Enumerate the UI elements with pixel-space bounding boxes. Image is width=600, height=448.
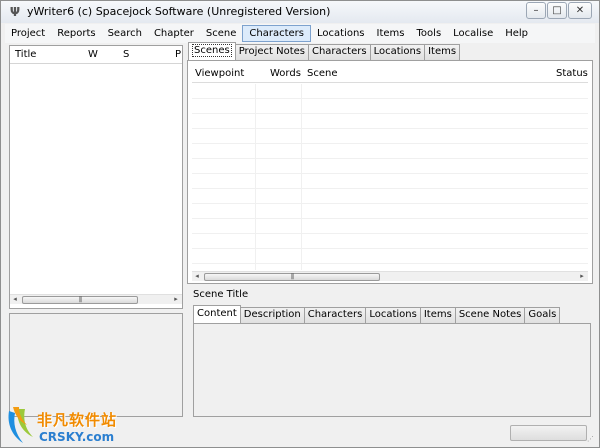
menu-bar: Project Reports Search Chapter Scene Cha… <box>5 24 595 43</box>
ywriter-app-icon[interactable]: Ψ <box>8 5 22 19</box>
resize-grip-icon[interactable]: ⋰ <box>587 434 597 444</box>
column-scene[interactable]: Scene <box>307 68 338 79</box>
tab-items[interactable]: Items <box>424 44 461 60</box>
tab-scenes[interactable]: Scenes <box>188 42 236 60</box>
scroll-right-arrow-icon[interactable]: ▸ <box>171 295 181 304</box>
menu-tools[interactable]: Tools <box>411 25 448 42</box>
title-bar[interactable]: Ψ yWriter6 (c) Spacejock Software (Unreg… <box>1 1 599 23</box>
grid-divider <box>255 84 256 270</box>
tab-characters[interactable]: Characters <box>307 44 371 60</box>
tab-scene-characters[interactable]: Characters <box>303 307 367 323</box>
tab-description[interactable]: Description <box>239 307 305 323</box>
menu-search[interactable]: Search <box>102 25 148 42</box>
column-s[interactable]: S <box>123 49 129 60</box>
scroll-right-arrow-icon[interactable]: ▸ <box>577 272 587 281</box>
menu-locations[interactable]: Locations <box>311 25 371 42</box>
column-status[interactable]: Status <box>556 68 588 79</box>
grid-divider <box>301 84 302 270</box>
menu-help[interactable]: Help <box>499 25 534 42</box>
tab-locations[interactable]: Locations <box>369 44 426 60</box>
column-p[interactable]: P <box>175 49 181 60</box>
watermark-english-text: CRSKY.com <box>39 430 115 444</box>
crsky-logo-icon <box>8 407 33 443</box>
tab-content[interactable]: Content <box>193 305 241 323</box>
tab-scene-locations[interactable]: Locations <box>365 307 421 323</box>
scenes-grid-hscroll[interactable]: ◂ ||| ▸ <box>192 271 588 281</box>
tab-scene-notes[interactable]: Scene Notes <box>454 307 526 323</box>
menu-chapter[interactable]: Chapter <box>148 25 200 42</box>
tab-scenes-label: Scenes <box>192 44 232 57</box>
chapter-list[interactable]: Title W S P ◂ ||| ▸ <box>9 45 183 309</box>
chapter-notes-panel[interactable] <box>9 313 183 417</box>
minimize-button[interactable]: – <box>526 2 546 19</box>
app-window: Ψ yWriter6 (c) Spacejock Software (Unreg… <box>0 0 600 448</box>
scenes-panel: Viewpoint Words Scene Status ◂ ||| ▸ <box>187 60 593 284</box>
scenes-grid[interactable] <box>192 84 588 270</box>
scroll-left-arrow-icon[interactable]: ◂ <box>10 295 20 304</box>
column-title[interactable]: Title <box>15 49 36 60</box>
menu-characters[interactable]: Characters <box>242 25 312 42</box>
column-words[interactable]: Words <box>270 68 301 79</box>
scenes-grid-header: Viewpoint Words Scene Status <box>192 65 588 83</box>
status-bar-panel <box>510 425 587 441</box>
column-w[interactable]: W <box>88 49 98 60</box>
crsky-watermark: 非凡软件站 CRSKY.com <box>5 405 125 447</box>
scroll-left-arrow-icon[interactable]: ◂ <box>192 272 202 281</box>
menu-items[interactable]: Items <box>371 25 411 42</box>
tab-project-notes[interactable]: Project Notes <box>234 44 309 60</box>
chapter-list-hscroll[interactable]: ◂ ||| ▸ <box>10 294 182 304</box>
bottom-tab-bar: Content Description Characters Locations… <box>193 305 561 323</box>
menu-project[interactable]: Project <box>5 25 51 42</box>
scene-title-label: Scene Title <box>193 289 249 300</box>
tab-goals[interactable]: Goals <box>524 307 561 323</box>
scroll-thumb[interactable]: ||| <box>22 296 138 304</box>
tab-scene-items[interactable]: Items <box>419 307 456 323</box>
watermark-chinese-text: 非凡软件站 <box>37 411 118 429</box>
top-tab-bar: Scenes Project Notes Characters Location… <box>188 42 461 60</box>
menu-localise[interactable]: Localise <box>447 25 499 42</box>
close-button[interactable]: ✕ <box>568 2 592 19</box>
window-title: yWriter6 (c) Spacejock Software (Unregis… <box>27 5 331 18</box>
menu-scene[interactable]: Scene <box>200 25 243 42</box>
scene-content-editor[interactable] <box>193 323 591 417</box>
maximize-button[interactable]: □ <box>547 2 567 19</box>
column-viewpoint[interactable]: Viewpoint <box>195 68 244 79</box>
chapter-list-header: Title W S P <box>10 46 182 64</box>
scroll-thumb[interactable]: ||| <box>204 273 380 281</box>
menu-reports[interactable]: Reports <box>51 25 101 42</box>
